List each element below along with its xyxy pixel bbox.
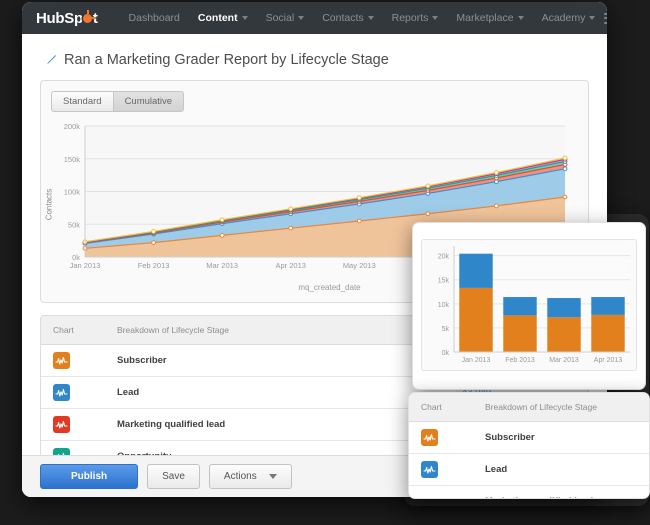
sparkline-icon[interactable] bbox=[421, 461, 438, 478]
row-chart-icon-cell[interactable] bbox=[41, 416, 111, 433]
svg-text:0k: 0k bbox=[442, 350, 450, 357]
float-header-chart: Chart bbox=[421, 402, 442, 412]
chevron-down-icon bbox=[268, 474, 277, 479]
nav-item-content[interactable]: Content bbox=[189, 12, 257, 24]
row-chart-icon-cell[interactable] bbox=[41, 352, 111, 369]
row-label: Subscriber bbox=[117, 355, 167, 366]
svg-text:200k: 200k bbox=[64, 122, 81, 131]
svg-text:Jan 2013: Jan 2013 bbox=[70, 261, 101, 270]
screen: HubSpt Dashboard Content Social Contacts bbox=[0, 0, 650, 525]
row-label: Lead bbox=[117, 387, 140, 398]
table-header-chart: Chart bbox=[53, 325, 74, 335]
row-chart-icon-cell[interactable] bbox=[409, 429, 479, 446]
row-label: Marketing qualified lead bbox=[117, 419, 226, 430]
float-table-row[interactable]: Subscriber bbox=[409, 422, 649, 454]
actions-button[interactable]: Actions bbox=[208, 464, 292, 489]
chevron-down-icon bbox=[589, 16, 596, 20]
svg-text:Feb 2013: Feb 2013 bbox=[505, 357, 535, 364]
row-chart-icon-cell[interactable] bbox=[41, 384, 111, 401]
float-table-row[interactable]: Marketing qualified lead bbox=[409, 486, 649, 498]
pencil-icon[interactable] bbox=[45, 54, 57, 66]
sprocket-icon bbox=[83, 9, 97, 23]
chevron-down-icon bbox=[367, 16, 374, 20]
svg-text:Jan 2013: Jan 2013 bbox=[462, 357, 491, 364]
actions-label: Actions bbox=[223, 471, 257, 482]
svg-text:Apr 2013: Apr 2013 bbox=[594, 357, 623, 364]
float-header-breakdown: Breakdown of Lifecycle Stage bbox=[485, 402, 597, 412]
svg-text:10k: 10k bbox=[438, 302, 450, 309]
nav-item-social[interactable]: Social bbox=[257, 12, 314, 24]
nav-label: Reports bbox=[391, 12, 429, 24]
sparkline-icon[interactable] bbox=[421, 493, 438, 498]
nav-item-dashboard[interactable]: Dashboard bbox=[120, 12, 189, 24]
row-label: Lead bbox=[485, 464, 508, 475]
svg-text:5k: 5k bbox=[442, 326, 450, 333]
top-navigation-bar: HubSpt Dashboard Content Social Contacts bbox=[22, 2, 607, 34]
nav-item-reports[interactable]: Reports bbox=[383, 12, 448, 24]
page-title: Ran a Marketing Grader Report by Lifecyc… bbox=[45, 52, 589, 68]
nav-label: Academy bbox=[541, 12, 586, 24]
y-axis-label: Contacts bbox=[44, 188, 54, 221]
svg-text:Feb 2013: Feb 2013 bbox=[138, 261, 170, 270]
nav-label: Dashboard bbox=[128, 12, 180, 24]
nav-label: Content bbox=[197, 12, 238, 24]
chevron-down-icon bbox=[241, 16, 248, 20]
nav-label: Marketplace bbox=[456, 12, 514, 24]
svg-text:100k: 100k bbox=[64, 188, 81, 197]
logo-text: HubSp bbox=[36, 9, 83, 27]
svg-text:20k: 20k bbox=[438, 254, 450, 261]
svg-text:15k: 15k bbox=[438, 278, 450, 285]
bar-chart: 0k 5k 10k 15k 20k Jan 2013 Feb 2013 Mar 2013 Apr… bbox=[421, 239, 637, 371]
nav-label: Contacts bbox=[322, 12, 364, 24]
chart-mode-toggle: Standard Cumulative bbox=[51, 91, 578, 112]
svg-text:Mar 2013: Mar 2013 bbox=[549, 357, 579, 364]
sparkline-icon[interactable] bbox=[53, 384, 70, 401]
sparkline-icon[interactable] bbox=[53, 352, 70, 369]
nav-right-controls bbox=[604, 9, 607, 27]
svg-text:150k: 150k bbox=[64, 155, 81, 164]
float-table-row[interactable]: Lead bbox=[409, 454, 649, 486]
row-label: Subscriber bbox=[485, 432, 535, 443]
chevron-down-icon bbox=[432, 16, 439, 20]
nav-items: Dashboard Content Social Contacts Report… bbox=[120, 12, 605, 24]
publish-button[interactable]: Publish bbox=[40, 464, 139, 489]
floating-breakdown-panel: Chart Breakdown of Lifecycle Stage Subsc… bbox=[408, 392, 650, 499]
row-label: Marketing qualified lead bbox=[479, 496, 649, 498]
svg-text:Apr 2013: Apr 2013 bbox=[275, 261, 305, 270]
row-chart-icon-cell[interactable] bbox=[409, 493, 479, 498]
float-table-body: Subscriber Lead Marketing qualified lead bbox=[409, 422, 649, 498]
chevron-down-icon bbox=[517, 16, 524, 20]
svg-text:Mar 2013: Mar 2013 bbox=[206, 261, 238, 270]
svg-text:50k: 50k bbox=[68, 220, 80, 229]
floating-bar-chart-panel: 0k 5k 10k 15k 20k Jan 2013 Feb 2013 Mar 2013 Apr… bbox=[412, 222, 646, 390]
bar-chart-svg[interactable]: 0k 5k 10k 15k 20k Jan 2013 Feb 2013 Mar 2013 Apr… bbox=[422, 240, 636, 368]
hamburger-icon[interactable] bbox=[604, 12, 607, 24]
row-chart-icon-cell[interactable] bbox=[409, 461, 479, 478]
sparkline-icon[interactable] bbox=[53, 416, 70, 433]
tab-standard[interactable]: Standard bbox=[51, 91, 114, 112]
page-title-text: Ran a Marketing Grader Report by Lifecyc… bbox=[64, 52, 389, 68]
save-button[interactable]: Save bbox=[147, 464, 200, 489]
svg-text:May 2013: May 2013 bbox=[343, 261, 376, 270]
tab-cumulative[interactable]: Cumulative bbox=[113, 91, 185, 112]
table-header-breakdown: Breakdown of Lifecycle Stage bbox=[117, 325, 229, 335]
nav-item-contacts[interactable]: Contacts bbox=[313, 12, 382, 24]
sparkline-icon[interactable] bbox=[421, 429, 438, 446]
nav-label: Social bbox=[265, 12, 295, 24]
nav-item-academy[interactable]: Academy bbox=[533, 12, 605, 24]
nav-item-marketplace[interactable]: Marketplace bbox=[447, 12, 532, 24]
float-table-header-row: Chart Breakdown of Lifecycle Stage bbox=[409, 393, 649, 422]
chevron-down-icon bbox=[298, 16, 305, 20]
hubspot-logo[interactable]: HubSpt bbox=[32, 9, 98, 27]
